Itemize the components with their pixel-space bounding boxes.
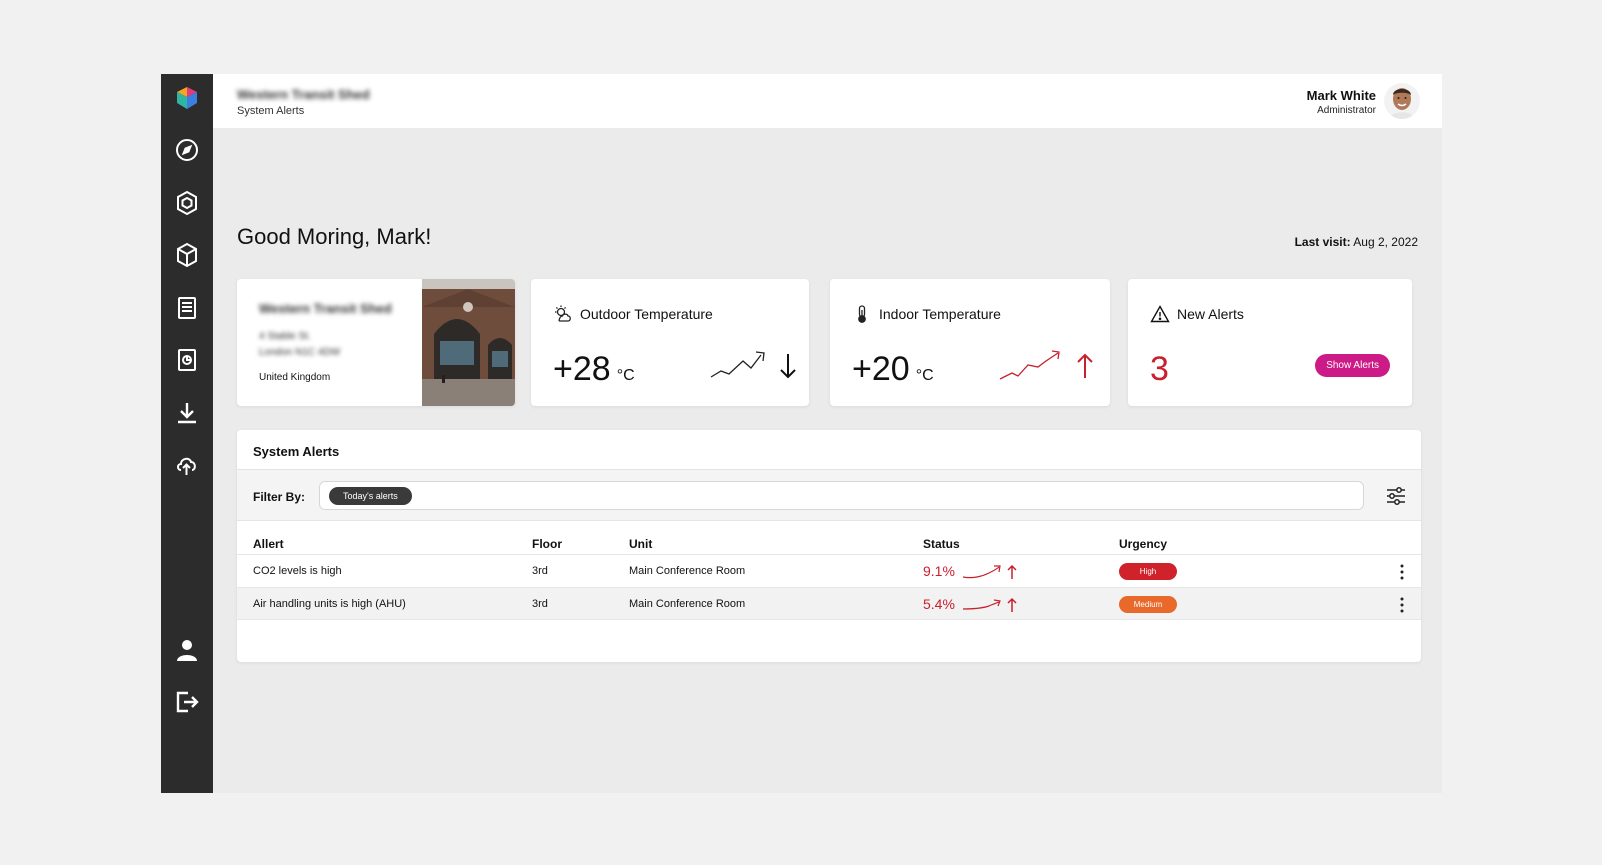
user-name: Mark White: [1306, 88, 1376, 103]
filter-chip-todays-alerts[interactable]: Today's alerts: [329, 487, 412, 505]
document-icon[interactable]: [173, 294, 201, 322]
new-alerts-card: New Alerts 3 Show Alerts: [1128, 279, 1412, 406]
last-visit-value: Aug 2, 2022: [1353, 235, 1418, 249]
indoor-temperature-value: +20 °C: [852, 350, 934, 388]
alert-name: CO2 levels is high: [253, 565, 342, 577]
filter-label: Filter By:: [253, 490, 306, 504]
table-row[interactable]: CO2 levels is high 3rd Main Conference R…: [237, 554, 1421, 587]
outdoor-temperature-title: Outdoor Temperature: [580, 306, 713, 322]
site-name: Western Transit Shed: [237, 87, 370, 102]
alert-floor: 3rd: [532, 565, 548, 577]
address-line-1: 4 Stable St.: [259, 331, 311, 342]
alert-unit: Main Conference Room: [629, 598, 746, 610]
outdoor-trend-sparkline: [710, 351, 765, 378]
building-name: Western Transit Shed: [259, 301, 392, 316]
thermometer-icon: [852, 304, 872, 324]
indoor-trend-sparkline: [999, 350, 1060, 380]
greeting-title: Good Moring, Mark!: [237, 224, 432, 249]
app-window: Western Transit Shed System Alerts Mark …: [161, 74, 1442, 793]
alert-name: Air handling units is high (AHU): [253, 598, 406, 610]
urgency-badge-high: High: [1119, 563, 1177, 580]
filter-input[interactable]: Today's alerts: [319, 481, 1364, 510]
status-trend-up-icon: [962, 597, 1017, 612]
alert-status: 5.4%: [923, 596, 955, 612]
show-alerts-button[interactable]: Show Alerts: [1315, 354, 1390, 377]
column-header-urgency[interactable]: Urgency: [1119, 537, 1167, 551]
urgency-badge-medium: Medium: [1119, 596, 1177, 613]
top-bar: Western Transit Shed System Alerts Mark …: [213, 74, 1442, 128]
new-alerts-count: 3: [1150, 350, 1169, 388]
warning-icon: [1150, 304, 1170, 324]
building-card[interactable]: Western Transit Shed 4 Stable St. London…: [237, 279, 515, 406]
breadcrumb[interactable]: System Alerts: [237, 105, 304, 117]
report-icon[interactable]: [173, 346, 201, 374]
column-header-floor[interactable]: Floor: [532, 537, 562, 551]
arrow-up-icon: [1077, 353, 1093, 378]
app-logo-icon[interactable]: [173, 84, 201, 112]
compass-icon[interactable]: [173, 136, 201, 164]
last-visit: Last visit: Aug 2, 2022: [1295, 235, 1418, 249]
download-icon[interactable]: [173, 399, 201, 427]
column-header-status[interactable]: Status: [923, 537, 960, 551]
system-alerts-title: System Alerts: [253, 444, 340, 459]
building-country: United Kingdom: [259, 372, 331, 383]
indoor-temperature-card: Indoor Temperature +20 °C: [830, 279, 1110, 406]
row-menu-icon[interactable]: [1397, 563, 1407, 581]
address-line-2: London N1C 4DW: [259, 347, 341, 358]
user-icon[interactable]: [173, 636, 201, 664]
indoor-temperature-title: Indoor Temperature: [879, 306, 1001, 322]
column-header-unit[interactable]: Unit: [629, 537, 652, 551]
row-menu-icon[interactable]: [1397, 596, 1407, 614]
avatar[interactable]: [1384, 83, 1420, 119]
outdoor-temperature-value: +28 °C: [553, 350, 635, 388]
alert-unit: Main Conference Room: [629, 565, 746, 577]
alert-status: 9.1%: [923, 563, 955, 579]
column-header-alert[interactable]: Allert: [253, 537, 284, 551]
logout-icon[interactable]: [173, 688, 201, 716]
new-alerts-title: New Alerts: [1177, 306, 1244, 322]
box-icon[interactable]: [173, 241, 201, 269]
outdoor-temperature-card: Outdoor Temperature +28 °C: [531, 279, 809, 406]
last-visit-label: Last visit:: [1294, 235, 1351, 249]
filter-settings-icon[interactable]: [1385, 485, 1407, 507]
user-role: Administrator: [1317, 105, 1376, 116]
status-trend-up-icon: [962, 564, 1017, 579]
cloud-upload-icon[interactable]: [173, 451, 201, 479]
alert-floor: 3rd: [532, 598, 548, 610]
hexagon-cube-icon[interactable]: [173, 189, 201, 217]
filter-bar: Filter By: Today's alerts: [237, 469, 1421, 521]
arrow-down-icon: [780, 354, 796, 379]
sidebar: [161, 74, 213, 793]
system-alerts-panel: System Alerts Filter By: Today's alerts …: [237, 430, 1421, 662]
table-row[interactable]: Air handling units is high (AHU) 3rd Mai…: [237, 587, 1421, 620]
sun-cloud-icon: [553, 304, 573, 324]
building-photo: [422, 279, 515, 406]
